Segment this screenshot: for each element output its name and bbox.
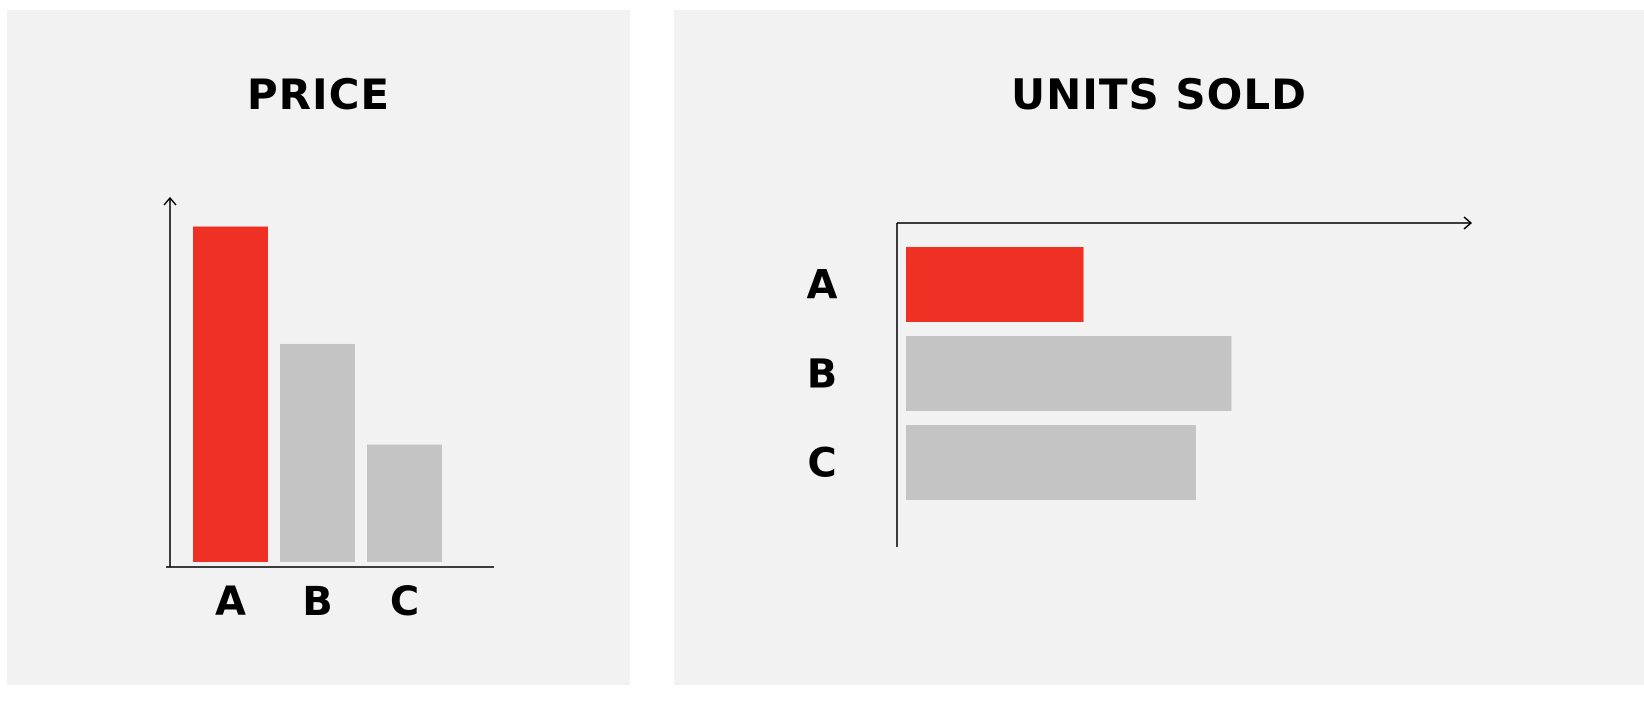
bar-b xyxy=(906,336,1232,411)
category-label: B xyxy=(302,579,333,625)
bar-a xyxy=(906,247,1084,322)
category-label: A xyxy=(215,579,246,625)
category-label: C xyxy=(390,579,419,625)
charts-canvas: A B CABC xyxy=(163,196,1473,625)
bar-a xyxy=(193,226,268,562)
category-label: B xyxy=(807,352,838,398)
bar-b xyxy=(280,343,355,562)
category-label: C xyxy=(807,441,836,487)
bar-c xyxy=(906,425,1196,500)
bar-c xyxy=(367,444,442,562)
category-label: A xyxy=(807,263,838,309)
